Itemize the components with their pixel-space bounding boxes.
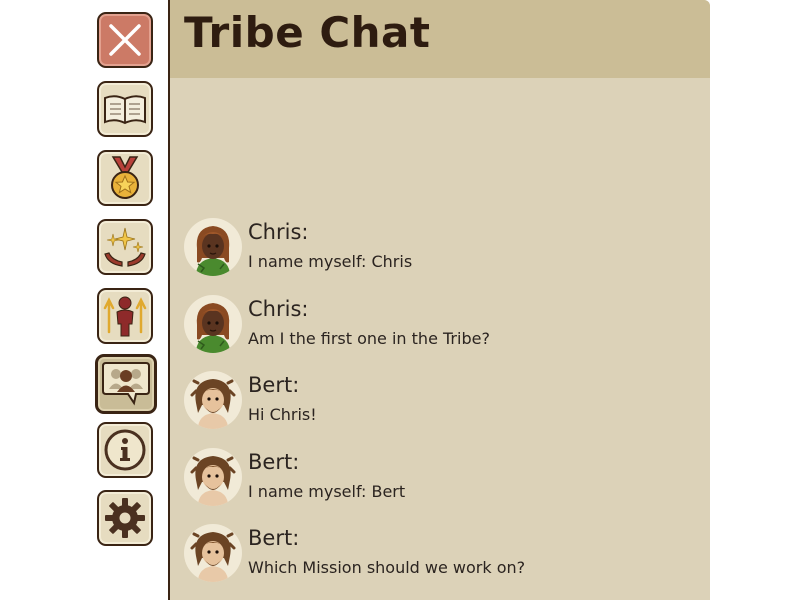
close-icon [109, 24, 141, 56]
message-text: Am I the first one in the Tribe? [248, 328, 490, 348]
medal-icon [111, 156, 139, 199]
message-text: Hi Chris! [248, 405, 317, 424]
chat-message: Bert: Which Mission should we work on? [170, 521, 710, 598]
info-icon [104, 429, 146, 471]
close-button[interactable] [97, 12, 153, 68]
tribe-chat-button[interactable] [95, 354, 157, 414]
book-button[interactable] [97, 81, 153, 137]
info-button[interactable] [97, 422, 153, 478]
chat-message: Chris: Am I the first one in the Tribe? [170, 292, 710, 369]
medal-button[interactable] [97, 150, 153, 206]
message-text: I name myself: Chris [248, 252, 413, 271]
sender-name: Bert: [248, 526, 300, 550]
chat-message: Chris: I name myself: Chris [170, 215, 710, 292]
blessing-button[interactable] [97, 219, 153, 275]
chat-message: Bert: Hi Chris! [170, 368, 710, 445]
tribe-chat-icon [102, 362, 150, 406]
tribe-chat-panel: Tribe Chat Chris: I name myself: Chris C… [168, 0, 710, 600]
message-list: Chris: I name myself: Chris Chris: Am I … [170, 215, 710, 598]
person-growth-icon [103, 296, 147, 337]
sender-name: Bert: [248, 373, 300, 397]
book-icon [104, 95, 146, 125]
bert-avatar [184, 371, 242, 429]
growth-button[interactable] [97, 288, 153, 344]
sender-name: Bert: [248, 449, 300, 474]
gear-icon [105, 498, 145, 538]
blessing-hands-icon [104, 227, 146, 267]
sender-name: Chris: [248, 296, 309, 321]
sender-name: Chris: [248, 220, 309, 244]
chat-message: Bert: I name myself: Bert [170, 445, 710, 522]
settings-button[interactable] [97, 490, 153, 546]
bert-avatar [184, 447, 242, 506]
message-text: I name myself: Bert [248, 481, 406, 501]
message-text: Which Mission should we work on? [248, 558, 526, 577]
chris-avatar [184, 218, 242, 276]
bert-avatar [184, 524, 242, 582]
page-title: Tribe Chat [184, 8, 431, 57]
chris-avatar [184, 294, 242, 353]
